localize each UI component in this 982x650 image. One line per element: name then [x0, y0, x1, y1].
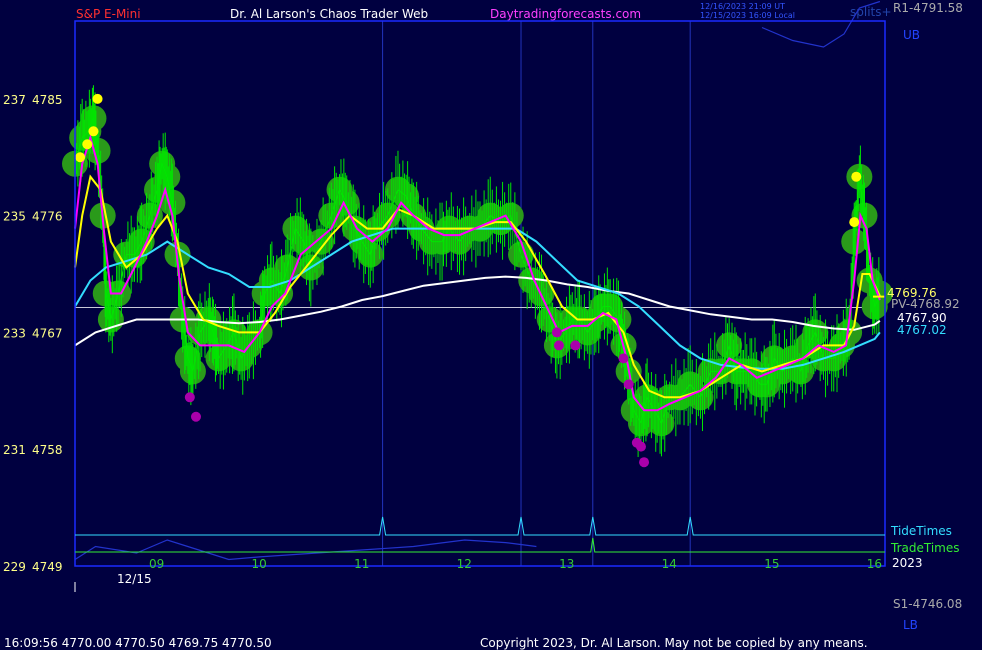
x-tick-12: 12 [457, 557, 472, 571]
y-tick-right-2: 4767 [32, 326, 63, 340]
low-marker-8 [635, 441, 646, 452]
author-title: Dr. Al Larson's Chaos Trader Web [230, 7, 428, 21]
high-marker-1 [82, 139, 93, 150]
low-marker-6 [623, 379, 634, 390]
trade-times-label: TradeTimes [890, 541, 959, 555]
time-utc: 12/16/2023 21:09 UT [700, 2, 785, 11]
y-tick-right-1: 4776 [32, 210, 63, 224]
y-tick-right-0: 4785 [32, 93, 63, 107]
high-marker-2 [88, 126, 99, 137]
x-tick-14: 14 [662, 557, 677, 571]
tide-times-label: TideTimes [890, 524, 952, 538]
high-marker-4 [851, 171, 862, 182]
last-cyan-label: 4767.02 [897, 323, 947, 337]
y-tick-left-4: 229 [3, 560, 26, 574]
y-tick-right-3: 4758 [32, 443, 63, 457]
x-tick-13: 13 [559, 557, 574, 571]
high-marker-0 [75, 152, 86, 163]
splits-label: splits+ [850, 5, 892, 19]
low-marker-3 [553, 340, 564, 351]
symbol-title: S&P E-Mini [76, 7, 141, 21]
r1-label: R1-4791.58 [893, 1, 963, 15]
date-label: 12/15 [117, 572, 152, 586]
time-local: 12/15/2023 16:09 Local [700, 11, 795, 20]
pv-label: PV-4768.92 [891, 297, 960, 311]
low-marker-1 [190, 411, 201, 422]
chart: S&P E-Mini Dr. Al Larson's Chaos Trader … [0, 0, 982, 650]
low-marker-0 [184, 392, 195, 403]
y-tick-left-1: 235 [3, 210, 26, 224]
y-tick-left-0: 237 [3, 93, 26, 107]
x-tick-11: 11 [354, 557, 369, 571]
ub-label: UB [903, 28, 920, 42]
quote-line: 16:09:56 4770.00 4770.50 4769.75 4770.50 [4, 636, 272, 650]
low-marker-4 [570, 340, 581, 351]
x-tick-16: 16 [867, 557, 882, 571]
low-marker-9 [639, 457, 650, 468]
high-marker-3 [92, 93, 103, 104]
copyright: Copyright 2023, Dr. Al Larson. May not b… [480, 636, 868, 650]
year-label: 2023 [892, 556, 923, 570]
site-link[interactable]: Daytradingforecasts.com [490, 7, 641, 21]
low-marker-2 [551, 327, 562, 338]
s1-label: S1-4746.08 [893, 597, 962, 611]
x-tick-15: 15 [764, 557, 779, 571]
low-marker-5 [618, 353, 629, 364]
y-tick-right-4: 4749 [32, 560, 63, 574]
high-marker-5 [849, 217, 860, 228]
x-tick-10: 10 [252, 557, 267, 571]
y-tick-left-3: 231 [3, 443, 26, 457]
y-tick-left-2: 233 [3, 326, 26, 340]
x-tick-09: 09 [149, 557, 164, 571]
lb-label: LB [903, 618, 918, 632]
